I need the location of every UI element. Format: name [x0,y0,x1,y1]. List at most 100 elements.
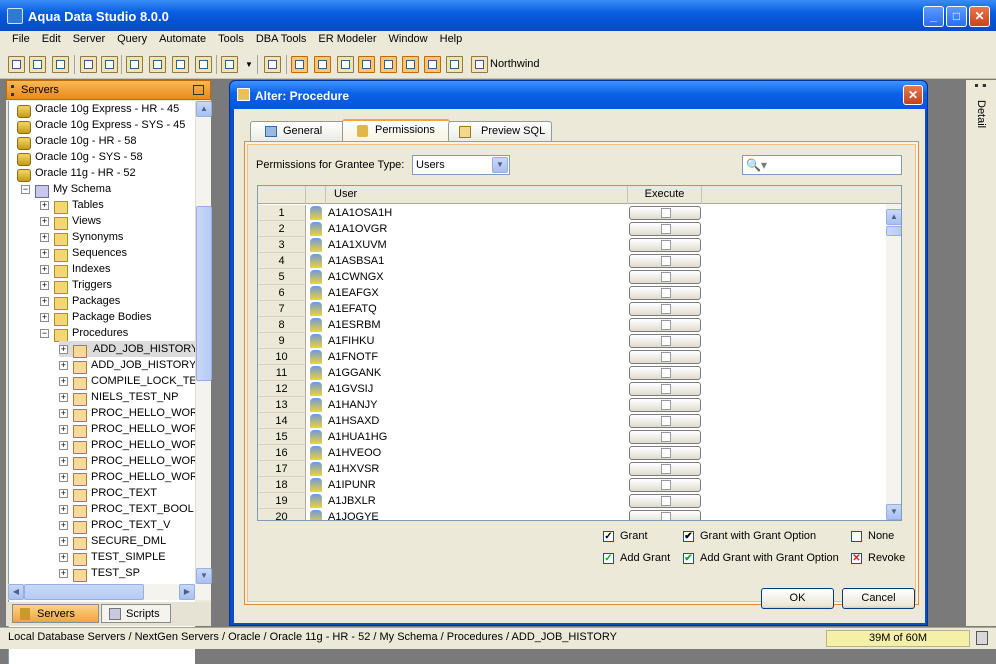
execute-checkbox[interactable] [661,288,671,298]
execute-checkbox[interactable] [661,416,671,426]
table-row[interactable]: 18 A1IPUNR [258,477,886,493]
table-row[interactable]: 15 A1HUA1HG [258,429,886,445]
layout-text-icon[interactable] [314,56,331,73]
compare-icon[interactable] [195,56,212,73]
grid-scroll-thumb[interactable] [886,226,901,236]
tree-node[interactable]: database-iconOracle 10g - SYS - 58 [17,149,143,166]
collapse-icon[interactable]: − [21,185,30,194]
layout-grid-icon[interactable] [291,56,308,73]
tree-node[interactable]: +folder-iconPackages [40,293,120,310]
tree-hscroll-thumb[interactable] [24,584,144,600]
execute-permission-toggle[interactable] [629,462,701,476]
expand-icon[interactable]: + [59,377,68,386]
execute-checkbox[interactable] [661,352,671,362]
query-builder-icon[interactable] [172,56,189,73]
tree-node[interactable]: +procedure-iconNIELS_TEST_NP [59,389,178,406]
menu-automate[interactable]: Automate [153,31,212,51]
tree-node[interactable]: +folder-iconPackage Bodies [40,309,152,326]
execute-permission-toggle[interactable] [629,334,701,348]
expand-icon[interactable]: + [40,297,49,306]
execute-permission-toggle[interactable] [629,350,701,364]
scroll-up-icon[interactable]: ▲ [196,101,212,117]
execute-permission-toggle[interactable] [629,510,701,520]
tree-node[interactable]: +procedure-iconPROC_TEXT_BOOL [59,501,194,518]
expand-icon[interactable]: + [40,201,49,210]
tree-node[interactable]: +procedure-iconPROC_HELLO_WORLD [59,405,195,422]
execute-checkbox[interactable] [661,448,671,458]
execute-checkbox[interactable] [661,384,671,394]
connect-icon[interactable] [80,56,97,73]
active-connection-label[interactable]: Northwind [490,58,540,70]
execute-checkbox[interactable] [661,432,671,442]
expand-icon[interactable]: + [59,409,68,418]
table-row[interactable]: 11 A1GGANK [258,365,886,381]
table-row[interactable]: 20 A1JOGYE [258,509,886,520]
execute-checkbox[interactable] [661,464,671,474]
menu-er-modeler[interactable]: ER Modeler [312,31,382,51]
execute-checkbox[interactable] [661,208,671,218]
query-window-icon[interactable] [126,56,143,73]
tree-node[interactable]: +procedure-iconCOMPILE_LOCK_TEST [59,373,195,390]
tree-node[interactable]: +folder-iconTables [40,197,104,214]
tree-node[interactable]: +procedure-iconPROC_HELLO_WORLD [59,437,195,454]
tree-node[interactable]: +procedure-iconPROC_TEXT_V [59,517,170,534]
garbage-collect-icon[interactable] [976,631,988,645]
tree-node[interactable]: database-iconOracle 10g Express - HR - 4… [17,101,179,118]
tree-horizontal-scrollbar[interactable]: ◀ ▶ [8,584,211,600]
dialog-close-button[interactable]: ✕ [903,85,923,105]
grid-scroll-up-icon[interactable]: ▲ [886,209,901,225]
table-row[interactable]: 17 A1HXVSR [258,461,886,477]
ok-button[interactable]: OK [761,588,834,609]
table-row[interactable]: 14 A1HSAXD [258,413,886,429]
menu-help[interactable]: Help [434,31,469,51]
tab-preview-sql[interactable]: Preview SQL [448,121,552,141]
execute-permission-toggle[interactable] [629,286,701,300]
expand-icon[interactable]: + [59,457,68,466]
detail-tab[interactable]: Detail [975,100,987,128]
execute-permission-toggle[interactable] [629,254,701,268]
execute-permission-toggle[interactable] [629,398,701,412]
tree-scroll-thumb[interactable] [196,206,212,381]
expand-icon[interactable]: + [59,489,68,498]
execute-permission-toggle[interactable] [629,446,701,460]
tree-node[interactable]: +folder-iconViews [40,213,101,230]
grantee-type-select[interactable]: Users ▼ [412,155,510,175]
menu-edit[interactable]: Edit [36,31,67,51]
memory-usage[interactable]: 39M of 60M [826,630,970,647]
disconnect-icon[interactable] [101,56,118,73]
execute-checkbox[interactable] [661,272,671,282]
expand-icon[interactable]: + [40,217,49,226]
minimize-button[interactable]: _ [923,6,944,27]
expand-icon[interactable]: + [59,345,68,354]
menu-dba-tools[interactable]: DBA Tools [250,31,313,51]
execute-checkbox[interactable] [661,336,671,346]
tree-node[interactable]: +procedure-iconPROC_HELLO_WORLD [59,469,195,486]
table-row[interactable]: 13 A1HANJY [258,397,886,413]
table-row[interactable]: 4 A1ASBSA1 [258,253,886,269]
tab-permissions[interactable]: Permissions [342,119,450,141]
execute-checkbox[interactable] [661,368,671,378]
tree-node[interactable]: + procedure-icon TEST_SP [59,565,140,582]
tab-servers[interactable]: Servers [12,604,99,623]
menu-window[interactable]: Window [383,31,434,51]
execute-permission-toggle[interactable] [629,238,701,252]
table-row[interactable]: 12 A1GVSIJ [258,381,886,397]
tree-vertical-scrollbar[interactable]: ▲ ▼ [195,101,212,584]
query-analyzer-icon[interactable] [149,56,166,73]
execute-permission-toggle[interactable] [629,478,701,492]
tree-node[interactable]: +procedure-iconADD_JOB_HISTORY2 [59,357,195,374]
search-icon[interactable]: 🔍▾ [746,158,767,172]
scroll-left-icon[interactable]: ◀ [8,584,24,600]
execute-checkbox[interactable] [661,480,671,490]
restore-panel-icon[interactable] [193,85,204,95]
execute-checkbox[interactable] [661,496,671,506]
layout-split-icon[interactable] [337,56,354,73]
expand-icon[interactable]: + [59,521,68,530]
menu-tools[interactable]: Tools [212,31,250,51]
menu-server[interactable]: Server [67,31,111,51]
chevron-down-icon[interactable]: ▼ [492,157,508,173]
tree-node[interactable]: database-iconOracle 11g - HR - 52 [17,165,136,182]
tab-general[interactable]: General [250,121,344,141]
tree-node[interactable]: +procedure-iconTEST_SIMPLE [59,549,166,566]
tree-node[interactable]: +procedure-iconSECURE_DML [59,533,166,550]
